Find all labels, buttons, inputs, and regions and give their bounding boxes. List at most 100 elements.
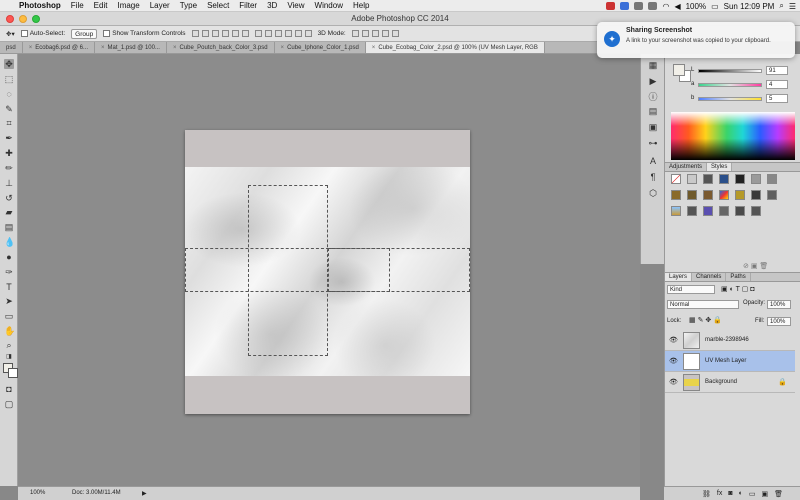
menu-view[interactable]: View xyxy=(282,1,309,10)
close-tab-icon[interactable]: × xyxy=(281,45,285,51)
filter-smart-object-icon[interactable]: ◘ xyxy=(750,286,754,293)
clone-stamp-tool-icon[interactable]: ⊥ xyxy=(4,178,14,188)
brush-panel-icon[interactable]: ▣ xyxy=(647,122,659,132)
3d-panel-icon[interactable]: ⬡ xyxy=(647,188,659,198)
layer-row-uv-mesh[interactable]: 👁 UV Mesh Layer xyxy=(665,351,795,372)
visibility-eye-icon[interactable]: 👁 xyxy=(669,357,678,365)
marquee-tool-icon[interactable]: ⬚ xyxy=(4,74,14,84)
close-tab-icon[interactable]: × xyxy=(29,45,33,51)
menu-app-name[interactable]: Photoshop xyxy=(14,1,66,10)
new-group-icon[interactable]: ▭ xyxy=(749,490,756,498)
volume-icon[interactable]: ◀ xyxy=(674,2,680,11)
layer-name[interactable]: marble-2398946 xyxy=(705,337,749,343)
opacity-input[interactable]: 100% xyxy=(767,300,791,309)
search-icon[interactable]: ⌕ xyxy=(779,1,783,11)
doc-size[interactable]: Doc: 3.00M/11.4M xyxy=(72,490,121,496)
default-colors-icon[interactable]: ◨ xyxy=(4,352,14,362)
align-center-icon[interactable] xyxy=(231,30,239,37)
style-swatch[interactable] xyxy=(671,190,681,200)
tab-adjustments[interactable]: Adjustments xyxy=(665,163,708,171)
rectangle-tool-icon[interactable]: ▭ xyxy=(4,311,14,321)
style-swatch[interactable] xyxy=(671,206,681,216)
style-swatch[interactable] xyxy=(735,190,745,200)
gradient-tool-icon[interactable]: ▤ xyxy=(4,222,14,232)
style-swatch[interactable] xyxy=(751,206,761,216)
style-swatch[interactable] xyxy=(735,206,745,216)
clear-style-icon[interactable]: ⊘ xyxy=(743,263,749,270)
quick-mask-icon[interactable]: ◘ xyxy=(4,384,14,394)
style-none-swatch[interactable] xyxy=(671,174,681,184)
properties-panel-icon[interactable]: ▤ xyxy=(647,106,659,116)
menu-layer[interactable]: Layer xyxy=(145,1,175,10)
new-layer-icon[interactable]: ▣ xyxy=(761,490,768,498)
clone-source-panel-icon[interactable]: ⊶ xyxy=(647,138,659,148)
eraser-tool-icon[interactable]: ▰ xyxy=(4,207,14,217)
tray-app-icon[interactable] xyxy=(648,2,658,10)
3d-pan-icon[interactable] xyxy=(371,30,379,37)
screen-mode-icon[interactable]: ▢ xyxy=(4,399,14,409)
new-style-icon[interactable]: ▣ xyxy=(751,263,758,270)
actions-panel-icon[interactable]: ▶ xyxy=(647,76,659,86)
layer-name[interactable]: UV Mesh Layer xyxy=(705,358,746,364)
style-swatch[interactable] xyxy=(703,190,713,200)
distribute-icon[interactable] xyxy=(264,30,272,37)
tab-doc-5[interactable]: × Cube_Iphone_Color_1.psd xyxy=(275,42,366,53)
dropbox-notification[interactable]: ✦ Sharing Screenshot A link to your scre… xyxy=(597,22,795,58)
quick-select-tool-icon[interactable]: ✎ xyxy=(4,104,14,114)
blend-mode-dropdown[interactable]: Normal xyxy=(667,300,739,309)
style-swatch[interactable] xyxy=(767,190,777,200)
slider-value-input[interactable]: 91 xyxy=(766,66,788,75)
crop-tool-icon[interactable]: ⌗ xyxy=(4,118,14,128)
filter-type-icon[interactable]: T xyxy=(736,286,740,293)
healing-brush-tool-icon[interactable]: ✚ xyxy=(4,148,14,158)
auto-select-dropdown[interactable]: Group xyxy=(71,28,98,39)
info-panel-icon[interactable]: ⓘ xyxy=(647,92,659,102)
align-right-icon[interactable] xyxy=(241,30,249,37)
notification-center-icon[interactable]: ☰ xyxy=(789,2,796,11)
battery-icon[interactable]: ▭ xyxy=(711,2,719,11)
layer-filter-kind-dropdown[interactable]: Kind xyxy=(667,285,715,294)
align-left-icon[interactable] xyxy=(221,30,229,37)
visibility-eye-icon[interactable]: 👁 xyxy=(669,336,678,344)
tab-doc-3[interactable]: × Mat_1.psd @ 100... xyxy=(95,42,167,53)
filter-pixel-icon[interactable]: ▣ xyxy=(721,286,728,293)
hand-tool-icon[interactable]: ✋ xyxy=(4,326,15,336)
align-bottom-icon[interactable] xyxy=(211,30,219,37)
type-tool-icon[interactable]: T xyxy=(4,282,14,292)
pen-tool-icon[interactable]: ✑ xyxy=(4,267,14,277)
3d-slide-icon[interactable] xyxy=(381,30,389,37)
close-tab-icon[interactable]: × xyxy=(372,45,376,51)
add-mask-icon[interactable]: ◙ xyxy=(728,490,732,497)
blur-tool-icon[interactable]: 💧 xyxy=(4,237,15,247)
tab-styles[interactable]: Styles xyxy=(707,163,733,171)
style-swatch[interactable] xyxy=(703,206,713,216)
background-color-swatch[interactable] xyxy=(8,368,18,378)
slider-value-input[interactable]: 4 xyxy=(766,80,788,89)
link-layers-icon[interactable]: ⛓ xyxy=(702,490,711,498)
filter-adjustment-icon[interactable]: ◐ xyxy=(730,286,734,293)
menu-edit[interactable]: Edit xyxy=(89,1,113,10)
tab-doc-4[interactable]: × Cube_Poutch_back_Color_3.psd xyxy=(167,42,275,53)
wifi-icon[interactable]: ◠ xyxy=(662,2,669,11)
zoom-tool-icon[interactable]: ⌕ xyxy=(4,340,14,350)
layer-row-marble[interactable]: 👁 marble-2398946 xyxy=(665,330,795,351)
tab-channels[interactable]: Channels xyxy=(692,273,727,281)
tab-doc-active[interactable]: × Cube_Ecobag_Color_2.psd @ 100% (UV Mesh… xyxy=(365,42,545,53)
menu-filter[interactable]: Filter xyxy=(234,1,262,10)
3d-roll-icon[interactable] xyxy=(361,30,369,37)
close-tab-icon[interactable]: × xyxy=(101,45,105,51)
history-brush-tool-icon[interactable]: ↺ xyxy=(4,193,14,203)
tray-app-icon[interactable] xyxy=(606,2,616,10)
distribute-icon[interactable] xyxy=(274,30,282,37)
canvas-area[interactable] xyxy=(18,54,640,486)
style-swatch[interactable] xyxy=(687,174,697,184)
new-adjustment-layer-icon[interactable]: ◐ xyxy=(739,490,743,497)
style-swatch[interactable] xyxy=(703,174,713,184)
history-panel-icon[interactable]: ▦ xyxy=(647,60,659,70)
menu-window[interactable]: Window xyxy=(310,1,348,10)
tray-app-icon[interactable] xyxy=(634,2,644,10)
paragraph-panel-icon[interactable]: ¶ xyxy=(647,172,659,182)
lock-position-icon[interactable]: ✥ xyxy=(705,317,711,324)
style-swatch[interactable] xyxy=(719,206,729,216)
align-top-icon[interactable] xyxy=(191,30,199,37)
